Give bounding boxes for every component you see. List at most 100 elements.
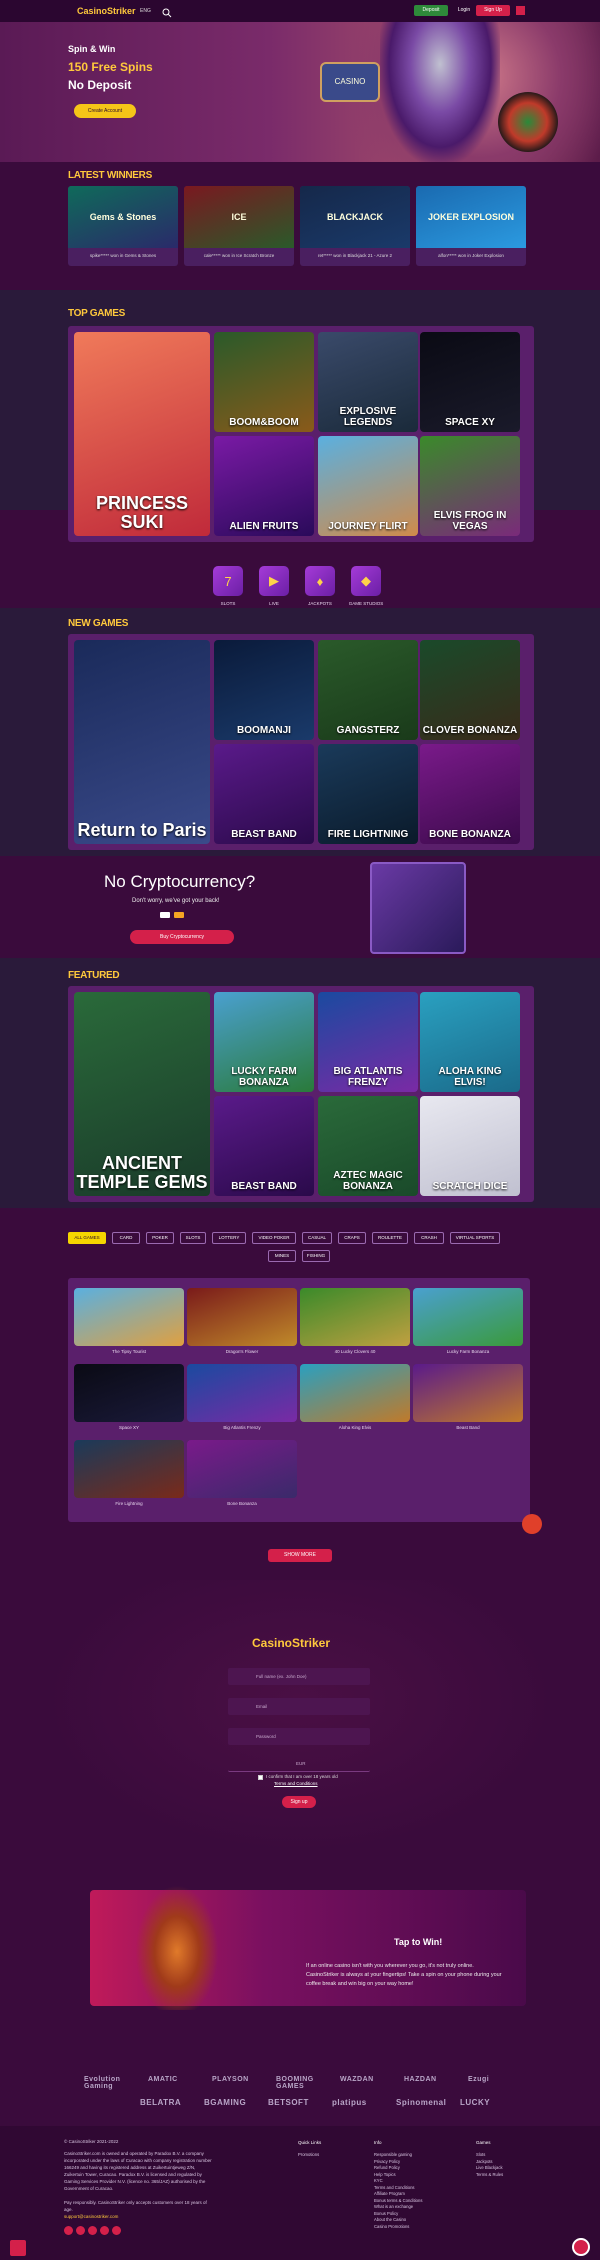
age-checkbox[interactable] bbox=[258, 1775, 263, 1780]
grid-game-name: Aloha King Elvis bbox=[338, 1425, 372, 1430]
filter-chip[interactable]: FISHING bbox=[302, 1250, 330, 1262]
game-tile[interactable]: EXPLOSIVE LEGENDS bbox=[318, 332, 418, 432]
filter-chip[interactable]: CRAPS bbox=[338, 1232, 366, 1244]
game-tile[interactable]: PRINCESS SUKI bbox=[74, 332, 210, 536]
filter-chip[interactable]: CRASH bbox=[414, 1232, 444, 1244]
game-tile[interactable]: JOURNEY FLIRT bbox=[318, 436, 418, 536]
buy-crypto-button[interactable]: Buy Cryptocurrency bbox=[130, 930, 234, 944]
filter-chip[interactable]: VIDEO POKER bbox=[252, 1232, 296, 1244]
filter-chip[interactable]: CARD bbox=[112, 1232, 140, 1244]
provider-logo[interactable]: BGAMING bbox=[204, 2098, 246, 2107]
game-tile[interactable]: SCRATCH DICE bbox=[420, 1096, 520, 1196]
scroll-top-button[interactable] bbox=[10, 2240, 26, 2256]
fullname-input[interactable]: Full name (ex. John Doe) bbox=[228, 1668, 370, 1685]
game-tile[interactable]: BIG ATLANTIS FRENZY bbox=[318, 992, 418, 1092]
language-selector[interactable]: ENG bbox=[140, 8, 151, 14]
filter-chip[interactable]: ALL GAMES bbox=[68, 1232, 106, 1244]
support-email[interactable]: support@casinostriker.com bbox=[64, 2213, 118, 2220]
grid-game-tile[interactable] bbox=[300, 1364, 410, 1422]
filter-chip[interactable]: MINES bbox=[268, 1250, 296, 1262]
hero-banner: CASINO Spin & Win 150 Free Spins No Depo… bbox=[0, 22, 600, 162]
site-logo[interactable]: CasinoStriker bbox=[77, 6, 136, 16]
grid-game-tile[interactable] bbox=[74, 1364, 184, 1422]
live-chat-button[interactable] bbox=[572, 2238, 590, 2256]
filter-chip[interactable]: LOTTERY bbox=[212, 1232, 246, 1244]
winner-card[interactable]: JOKER EXPLOSION alfon***** won in Joker E… bbox=[416, 186, 526, 266]
filter-chip[interactable]: SLOTS bbox=[180, 1232, 206, 1244]
winner-card[interactable]: ICE cale***** won in Ice Scratch Bronze bbox=[184, 186, 294, 266]
grid-game-tile[interactable] bbox=[300, 1288, 410, 1346]
provider-logo[interactable]: LUCKY bbox=[460, 2098, 490, 2107]
game-tile[interactable]: ALIEN FRUITS bbox=[214, 436, 314, 536]
provider-logo[interactable]: Spinomenal bbox=[396, 2098, 446, 2107]
game-tile[interactable]: BEAST BAND bbox=[214, 744, 314, 844]
footer-link[interactable]: Promotions bbox=[298, 2151, 319, 2158]
grid-game-tile[interactable] bbox=[187, 1440, 297, 1498]
game-tile[interactable]: BONE BONANZA bbox=[420, 744, 520, 844]
game-tile[interactable]: ALOHA KING ELVIS! bbox=[420, 992, 520, 1092]
game-tile[interactable]: SPACE XY bbox=[420, 332, 520, 432]
game-tile[interactable]: CLOVER BONANZA bbox=[420, 640, 520, 740]
create-account-button[interactable]: Create Account bbox=[74, 104, 136, 118]
category-icon[interactable]: ▶ bbox=[259, 566, 289, 596]
winner-card[interactable]: Gems & Stones spike***** won in Gems & St… bbox=[68, 186, 178, 266]
category-icon[interactable]: 7 bbox=[213, 566, 243, 596]
category-icon[interactable]: ♦ bbox=[305, 566, 335, 596]
provider-logo[interactable]: platipus bbox=[332, 2098, 367, 2107]
search-icon[interactable] bbox=[162, 5, 172, 18]
filter-chip[interactable]: ROULETTE bbox=[372, 1232, 408, 1244]
grid-game-tile[interactable] bbox=[187, 1364, 297, 1422]
provider-logo[interactable]: Ezugi bbox=[468, 2076, 489, 2083]
terms-link[interactable]: Terms and Conditions bbox=[274, 1781, 318, 1786]
signup-button[interactable]: Sign Up bbox=[476, 5, 510, 16]
password-input[interactable]: Password bbox=[228, 1728, 370, 1745]
game-tile-title: LUCKY FARM BONANZA bbox=[231, 1066, 297, 1088]
provider-logo[interactable]: Evolution Gaming bbox=[84, 2076, 120, 2090]
age-confirm-text: I confirm that I am over 18 years old bbox=[266, 1774, 338, 1779]
winner-card[interactable]: BLACKJACK ret***** won in Blackjack 21 - … bbox=[300, 186, 410, 266]
game-tile[interactable]: LUCKY FARM BONANZA bbox=[214, 992, 314, 1092]
provider-logo[interactable]: AMATIC bbox=[148, 2076, 178, 2083]
grid-game-tile[interactable] bbox=[413, 1364, 523, 1422]
filter-chip[interactable]: VIRTUAL SPORTS bbox=[450, 1232, 500, 1244]
telegram-icon[interactable] bbox=[112, 2226, 121, 2235]
flag-icon[interactable] bbox=[516, 6, 525, 15]
footer-link[interactable]: Terms & Rules bbox=[476, 2171, 503, 2178]
game-tile[interactable]: BEAST BAND bbox=[214, 1096, 314, 1196]
youtube-icon[interactable] bbox=[100, 2226, 109, 2235]
login-button[interactable]: Login bbox=[452, 5, 476, 16]
game-tile[interactable]: GANGSTERZ bbox=[318, 640, 418, 740]
email-input[interactable]: Email bbox=[228, 1698, 370, 1715]
provider-logo[interactable]: PLAYSON bbox=[212, 2076, 249, 2083]
hero-line-3: No Deposit bbox=[68, 78, 132, 92]
category-icon[interactable]: ◆ bbox=[351, 566, 381, 596]
footer-link[interactable]: Casino Promotions bbox=[374, 2223, 409, 2230]
provider-logo[interactable]: WAZDAN bbox=[340, 2076, 374, 2083]
game-tile[interactable]: AZTEC MAGIC BONANZA bbox=[318, 1096, 418, 1196]
game-tile[interactable]: FIRE LIGHTNING bbox=[318, 744, 418, 844]
raccoon-mascot bbox=[380, 22, 500, 162]
game-tile[interactable]: ELVIS FROG IN VEGAS bbox=[420, 436, 520, 536]
game-tile[interactable]: Return to Paris bbox=[74, 640, 210, 844]
game-tile[interactable]: BOOM&BOOM bbox=[214, 332, 314, 432]
deposit-button[interactable]: Deposit bbox=[414, 5, 448, 16]
filter-chip[interactable]: POKER bbox=[146, 1232, 174, 1244]
provider-logo[interactable]: HAZDAN bbox=[404, 2076, 437, 2083]
provider-logo[interactable]: BETSOFT bbox=[268, 2098, 309, 2107]
grid-game-tile[interactable] bbox=[74, 1288, 184, 1346]
provider-logo[interactable]: BOOMING GAMES bbox=[276, 2076, 314, 2090]
facebook-icon[interactable] bbox=[76, 2226, 85, 2235]
twitter-icon[interactable] bbox=[88, 2226, 97, 2235]
provider-logo[interactable]: BELATRA bbox=[140, 2098, 181, 2107]
filter-chip[interactable]: CASUAL bbox=[302, 1232, 332, 1244]
show-more-button[interactable]: SHOW MORE bbox=[268, 1549, 332, 1562]
chat-bubble[interactable] bbox=[522, 1514, 542, 1534]
grid-game-tile[interactable] bbox=[187, 1288, 297, 1346]
grid-game-tile[interactable] bbox=[74, 1440, 184, 1498]
game-tile[interactable]: ANCIENT TEMPLE GEMS bbox=[74, 992, 210, 1196]
form-signup-button[interactable]: Sign up bbox=[282, 1796, 316, 1808]
instagram-icon[interactable] bbox=[64, 2226, 73, 2235]
currency-select[interactable]: EUR bbox=[228, 1755, 370, 1772]
game-tile[interactable]: BOOMANJI bbox=[214, 640, 314, 740]
grid-game-tile[interactable] bbox=[413, 1288, 523, 1346]
